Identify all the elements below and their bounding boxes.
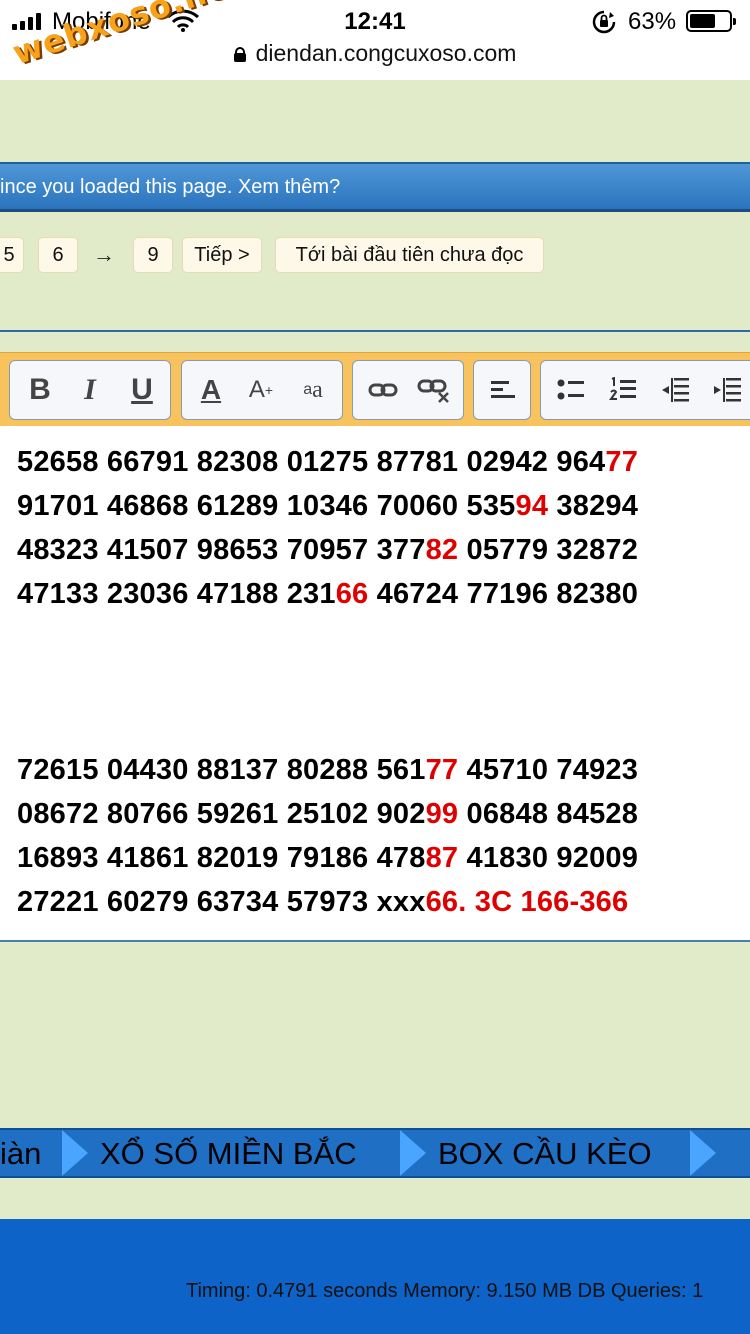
line-text: 72615 04430 88137 80288 561 bbox=[17, 754, 426, 786]
page-link-5[interactable]: 5 bbox=[0, 237, 24, 273]
pagination: 5 6 → 9 Tiếp > Tới bài đầu tiên chưa đọc bbox=[0, 237, 750, 273]
text-style-group: B I U bbox=[9, 360, 171, 420]
highlight-number: 82 bbox=[425, 534, 459, 566]
line-text: 46724 77196 82380 bbox=[368, 578, 639, 610]
highlight-number: 77 bbox=[605, 446, 639, 478]
number-line: 27221 60279 63734 57973 xxx66. 3C 166-36… bbox=[17, 886, 628, 919]
outdent-icon[interactable] bbox=[653, 361, 697, 419]
numbered-list-icon[interactable] bbox=[601, 361, 645, 419]
line-text: 38294 bbox=[548, 490, 639, 522]
nav-item-partial[interactable]: iàn bbox=[0, 1136, 41, 1172]
number-line: 91701 46868 61289 10346 70060 53594 3829… bbox=[17, 490, 638, 523]
forum-nav-bar: iàn XỔ SỐ MIỀN BẮC BOX CẦU KÈO bbox=[0, 1128, 750, 1178]
bold-icon[interactable]: B bbox=[20, 361, 60, 419]
link-icon[interactable] bbox=[361, 361, 405, 419]
line-text: 45710 74923 bbox=[458, 754, 639, 786]
divider bbox=[0, 330, 750, 332]
font-size-icon[interactable]: A + bbox=[240, 361, 282, 419]
line-text: 27221 60279 63734 57973 xxx bbox=[17, 886, 426, 918]
nav-separator-icon bbox=[690, 1130, 716, 1176]
highlight-number: 77 bbox=[425, 754, 459, 786]
italic-icon[interactable]: I bbox=[70, 361, 110, 419]
font-size-glyph: A bbox=[248, 376, 265, 403]
font-face-sup: a bbox=[303, 381, 313, 398]
line-text: 52658 66791 82308 01275 87781 02942 964 bbox=[17, 446, 606, 478]
next-page-button[interactable]: Tiếp > bbox=[182, 237, 262, 273]
align-group bbox=[473, 360, 531, 420]
list-group bbox=[540, 360, 750, 420]
debug-timing-text: Timing: 0.4791 seconds Memory: 9.150 MB … bbox=[186, 1280, 704, 1302]
highlight-number: 66 bbox=[335, 578, 369, 610]
post-editor-content[interactable]: 52658 66791 82308 01275 87781 02942 9647… bbox=[0, 426, 750, 942]
number-line: 72615 04430 88137 80288 56177 45710 7492… bbox=[17, 754, 638, 787]
page-skip-arrow: → bbox=[93, 242, 115, 267]
line-text: 16893 41861 82019 79186 478 bbox=[17, 842, 426, 874]
align-left-icon[interactable] bbox=[480, 361, 526, 419]
line-text: 08672 80766 59261 25102 902 bbox=[17, 798, 426, 830]
nav-item-box-cau-keo[interactable]: BOX CẦU KÈO bbox=[438, 1136, 652, 1172]
font-face-icon[interactable]: aa bbox=[292, 361, 334, 419]
nav-separator-icon bbox=[400, 1130, 426, 1176]
page-link-6[interactable]: 6 bbox=[38, 237, 78, 273]
highlight-number: 87 bbox=[425, 842, 459, 874]
url-text: diendan.congcuxoso.com bbox=[255, 40, 517, 66]
battery-percentage: 63% bbox=[628, 8, 677, 35]
link-group bbox=[352, 360, 464, 420]
page-link-last[interactable]: 9 bbox=[133, 237, 173, 273]
highlight-number: 94 bbox=[515, 490, 549, 522]
footer bbox=[0, 1219, 750, 1334]
editor-toolbar: B I U A A + aa bbox=[0, 352, 750, 426]
nav-separator-icon bbox=[62, 1130, 88, 1176]
rotation-lock-icon bbox=[592, 10, 616, 34]
line-text: 47133 23036 47188 231 bbox=[17, 578, 336, 610]
font-color-icon[interactable]: A bbox=[192, 361, 230, 419]
lock-icon bbox=[233, 47, 246, 62]
font-group: A A + aa bbox=[181, 360, 343, 420]
line-text: 91701 46868 61289 10346 70060 535 bbox=[17, 490, 516, 522]
bullet-list-icon[interactable] bbox=[549, 361, 593, 419]
font-size-sup: + bbox=[264, 382, 274, 398]
highlight-number: 99 bbox=[425, 798, 459, 830]
line-text: 06848 84528 bbox=[458, 798, 639, 830]
number-line: 48323 41507 98653 70957 37782 05779 3287… bbox=[17, 534, 638, 567]
font-face-glyph: a bbox=[312, 376, 323, 403]
underline-icon[interactable]: U bbox=[122, 361, 162, 419]
address-bar[interactable]: diendan.congcuxoso.com bbox=[0, 40, 750, 67]
number-line: 16893 41861 82019 79186 47887 41830 9200… bbox=[17, 842, 638, 875]
number-line: 52658 66791 82308 01275 87781 02942 9647… bbox=[17, 446, 638, 479]
indent-icon[interactable] bbox=[705, 361, 749, 419]
number-line: 08672 80766 59261 25102 90299 06848 8452… bbox=[17, 798, 638, 831]
line-text: 05779 32872 bbox=[458, 534, 639, 566]
nav-item-xo-so-mien-bac[interactable]: XỔ SỐ MIỀN BẮC bbox=[100, 1136, 357, 1172]
line-text: 41830 92009 bbox=[458, 842, 639, 874]
first-unread-button[interactable]: Tới bài đầu tiên chưa đọc bbox=[275, 237, 544, 273]
unlink-icon[interactable] bbox=[411, 361, 457, 419]
line-text: 48323 41507 98653 70957 377 bbox=[17, 534, 426, 566]
number-line: 47133 23036 47188 23166 46724 77196 8238… bbox=[17, 578, 638, 611]
highlight-number: 66. 3C 166-366 bbox=[425, 886, 629, 918]
battery-icon bbox=[686, 10, 736, 32]
notice-text: ince you loaded this page. Xem thêm? bbox=[0, 176, 341, 198]
new-posts-notice[interactable]: ince you loaded this page. Xem thêm? bbox=[0, 162, 750, 212]
